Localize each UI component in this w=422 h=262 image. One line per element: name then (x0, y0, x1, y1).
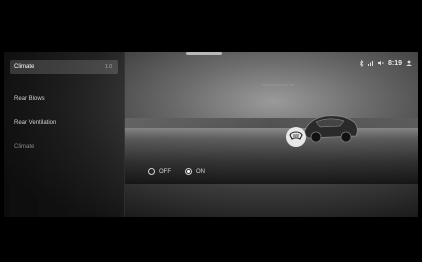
sidebar-menu: Climate 1.0 Rear Blows Rear Ventilation … (4, 52, 125, 217)
user-icon[interactable] (406, 60, 412, 66)
sidebar-item-value: 1.0 (105, 64, 112, 70)
sidebar-item-rear-blows[interactable]: Rear Blows (10, 92, 118, 106)
bluetooth-icon (359, 59, 364, 67)
mute-icon (377, 60, 384, 66)
pull-down-handle[interactable] (186, 52, 222, 55)
sidebar-item-label: Rear Blows (14, 96, 45, 102)
water-horizon (124, 128, 418, 184)
status-time: 8:19 (387, 59, 402, 67)
infotainment-screen: 8:19 Climate 1.0 Rear Blows Rear Ventila… (4, 52, 418, 217)
defrost-options: OFF ON (148, 168, 205, 175)
distant-shoreline (124, 118, 418, 128)
windshield-defrost-icon (289, 128, 303, 146)
sidebar-item-climate[interactable]: Climate 1.0 (10, 60, 118, 74)
sidebar-item-label: Climate (14, 144, 35, 150)
sidebar-item-label: Climate (14, 64, 35, 70)
defrost-off-option[interactable]: OFF (148, 168, 171, 175)
sidebar-item-climate-secondary[interactable]: Climate (10, 140, 118, 154)
signal-icon (367, 60, 374, 66)
option-label: ON (196, 168, 205, 175)
sidebar-item-label: Rear Ventilation (14, 120, 57, 126)
radio-on[interactable] (185, 168, 192, 175)
car-silhouette (300, 108, 360, 153)
windshield-defrost-button[interactable] (286, 127, 306, 147)
status-bar: 8:19 (359, 58, 412, 68)
option-label: OFF (159, 168, 171, 175)
sidebar-item-rear-ventilation[interactable]: Rear Ventilation (10, 116, 118, 130)
scene-caption: windshield defrost (262, 82, 295, 87)
radio-off[interactable] (148, 168, 155, 175)
defrost-on-option[interactable]: ON (185, 168, 205, 175)
